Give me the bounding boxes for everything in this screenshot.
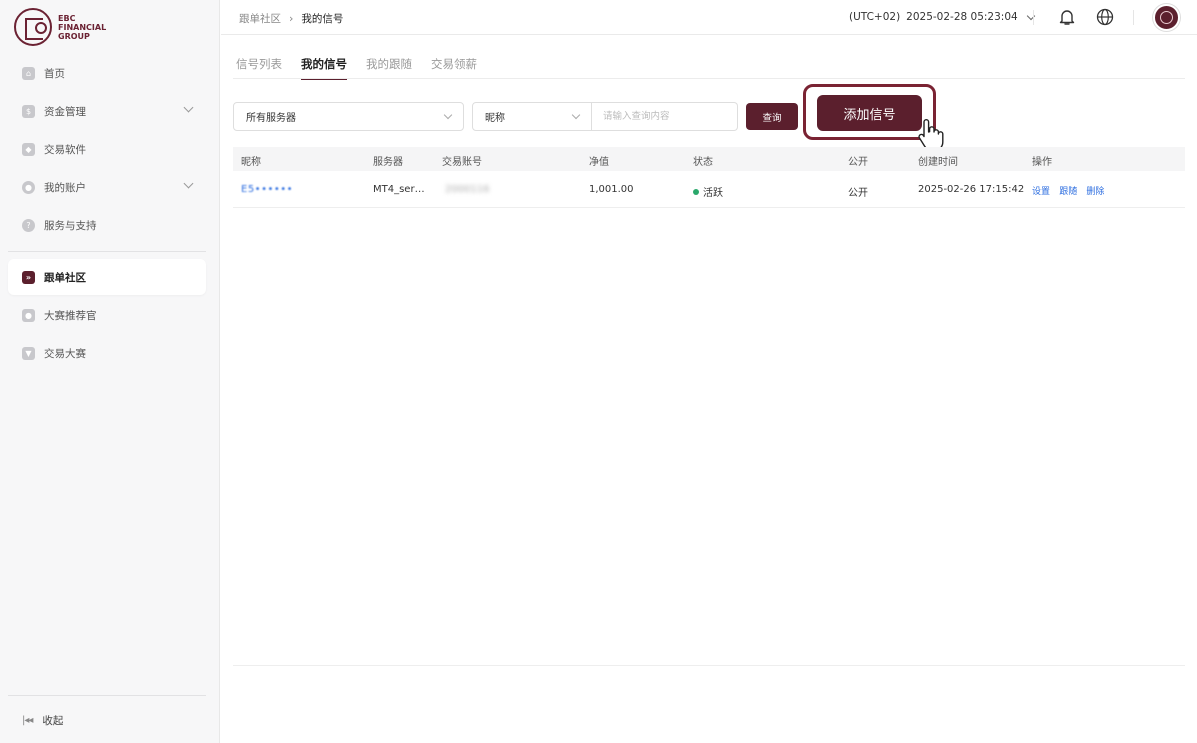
sidebar-item-label: 首页: [44, 67, 65, 80]
user-icon: ●: [22, 180, 35, 194]
status-badge: 活跃: [693, 184, 723, 199]
status-dot-icon: [693, 189, 699, 195]
tab-signal-list[interactable]: 信号列表: [236, 56, 282, 79]
sidebar-item-referrer[interactable]: ● 大赛推荐官: [8, 297, 206, 333]
tab-trade-salary[interactable]: 交易领薪: [431, 56, 477, 79]
sidebar-item-label: 服务与支持: [44, 219, 97, 232]
column-header-equity: 净值: [589, 157, 609, 168]
sidebar-item-funds[interactable]: $ 资金管理: [8, 93, 206, 129]
server-select[interactable]: 所有服务器: [233, 102, 464, 131]
top-divider: [1133, 10, 1134, 25]
sidebar-divider: [8, 251, 206, 252]
tab-bar: 信号列表 我的信号 我的跟随 交易领薪: [236, 56, 496, 80]
chevron-down-icon: [183, 102, 194, 113]
account-cell: 2000116: [445, 184, 490, 195]
created-cell: 2025-02-26 17:15:42: [918, 184, 1025, 195]
column-header-actions: 操作: [1032, 157, 1052, 168]
home-icon: ⌂: [22, 66, 35, 80]
sidebar-item-account[interactable]: ● 我的账户: [8, 169, 206, 205]
search-input[interactable]: [592, 102, 738, 131]
delete-link[interactable]: 删除: [1086, 187, 1104, 197]
current-datetime: 2025-02-28 05:23:04: [906, 11, 1018, 23]
column-header-public: 公开: [848, 157, 868, 168]
actions-cell: 设置 跟随 删除: [1032, 184, 1110, 197]
copy-trade-icon: »: [22, 270, 35, 284]
sidebar-item-home[interactable]: ⌂ 首页: [8, 55, 206, 91]
table-header: 昵称 服务器 交易账号 净值 状态 公开 创建时间 操作: [233, 147, 1185, 171]
timezone-selector[interactable]: (UTC+02) 2025-02-28 05:23:04: [849, 11, 1035, 23]
public-cell: 公开: [848, 188, 868, 199]
table-row: E5•••••• MT4_ser… 2000116 1,001.00 活跃 公开…: [233, 172, 1185, 208]
logo[interactable]: EBC FINANCIAL GROUP: [14, 8, 106, 46]
tab-my-signals[interactable]: 我的信号: [301, 56, 347, 80]
sidebar-item-label: 交易软件: [44, 143, 86, 156]
avatar[interactable]: [1153, 4, 1180, 31]
avatar-logo-icon: [1160, 11, 1173, 24]
server-cell: MT4_ser…: [373, 184, 425, 195]
table-bottom-divider: [233, 665, 1185, 666]
column-header-account: 交易账号: [442, 157, 482, 168]
column-header-created: 创建时间: [918, 157, 958, 168]
top-divider: [1033, 10, 1034, 25]
breadcrumb-current: 我的信号: [301, 13, 344, 25]
bell-icon[interactable]: [1058, 8, 1076, 26]
column-header-nickname: 昵称: [241, 157, 261, 168]
sidebar-item-label: 交易大赛: [44, 347, 86, 360]
sidebar: EBC FINANCIAL GROUP ⌂ 首页 $ 资金管理 ◆ 交易软件 ●…: [0, 0, 220, 743]
breadcrumb-parent[interactable]: 跟单社区: [239, 11, 281, 26]
ebc-logo-icon: [14, 8, 52, 46]
cube-icon: ◆: [22, 142, 35, 156]
status-text: 活跃: [703, 188, 723, 199]
wallet-icon: $: [22, 104, 35, 118]
chevron-down-icon: [443, 110, 453, 120]
collapse-label: 收起: [42, 715, 64, 727]
timezone-label: (UTC+02): [849, 11, 901, 23]
sidebar-item-support[interactable]: ? 服务与支持: [8, 207, 206, 243]
help-icon: ?: [22, 218, 35, 232]
globe-icon[interactable]: [1096, 8, 1114, 26]
top-bar: 跟单社区 › 我的信号 (UTC+02) 2025-02-28 05:23:04: [221, 0, 1197, 35]
sidebar-item-copy-community[interactable]: » 跟单社区: [8, 259, 206, 295]
tabs-underline: [233, 78, 1185, 79]
breadcrumb: 跟单社区 › 我的信号: [239, 11, 343, 26]
collapse-icon: |◂◂: [22, 715, 33, 726]
follow-link[interactable]: 跟随: [1059, 187, 1077, 197]
settings-link[interactable]: 设置: [1032, 187, 1050, 197]
sidebar-item-competition[interactable]: ▼ 交易大赛: [8, 335, 206, 371]
nickname-link[interactable]: E5••••••: [241, 184, 293, 195]
badge-icon: ●: [22, 308, 35, 322]
server-select-value: 所有服务器: [246, 113, 296, 124]
query-button[interactable]: 查询: [746, 103, 798, 130]
collapse-button[interactable]: |◂◂ 收起: [22, 713, 63, 728]
sidebar-divider: [8, 695, 206, 696]
add-signal-button[interactable]: 添加信号: [817, 95, 922, 131]
sidebar-item-software[interactable]: ◆ 交易软件: [8, 131, 206, 167]
sidebar-item-label: 大赛推荐官: [44, 309, 97, 322]
column-header-status: 状态: [693, 157, 713, 168]
sidebar-item-label: 跟单社区: [44, 271, 86, 284]
field-select[interactable]: 昵称: [472, 102, 592, 131]
sidebar-item-label: 我的账户: [44, 181, 86, 194]
tab-my-follows[interactable]: 我的跟随: [366, 56, 412, 79]
trophy-icon: ▼: [22, 346, 35, 360]
chevron-down-icon: [183, 178, 194, 189]
equity-cell: 1,001.00: [589, 184, 634, 195]
chevron-right-icon: ›: [289, 12, 294, 25]
sidebar-item-label: 资金管理: [44, 105, 86, 118]
logo-text: EBC FINANCIAL GROUP: [58, 13, 107, 41]
field-select-value: 昵称: [485, 113, 505, 124]
column-header-server: 服务器: [373, 157, 403, 168]
chevron-down-icon: [571, 110, 581, 120]
